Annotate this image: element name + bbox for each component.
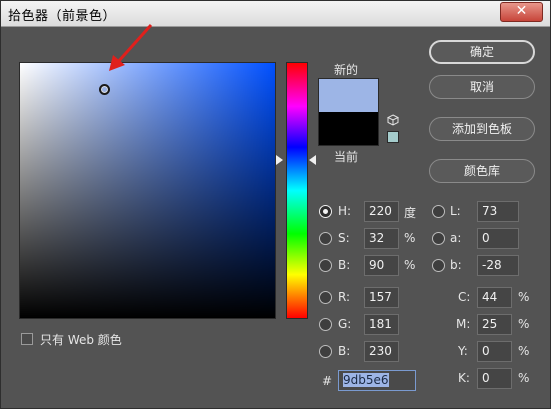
cancel-button[interactable]: 取消 [429,75,535,99]
lab-b-label: b: [450,258,462,272]
lab-b-radio[interactable] [432,259,445,272]
hue-slider-left-handle-icon[interactable] [276,155,283,165]
green-radio[interactable] [319,318,332,331]
brightness-input[interactable]: 90 [364,255,399,276]
magenta-label: M: [456,317,471,331]
web-colors-only-label: 只有 Web 颜色 [40,333,122,347]
saturation-label: S: [338,231,350,245]
magenta-input[interactable]: 25 [477,314,512,335]
yellow-input[interactable]: 0 [477,341,512,362]
magenta-unit: % [518,317,530,331]
black-input[interactable]: 0 [477,368,512,389]
brightness-radio[interactable] [319,259,332,272]
hue-label: H: [338,204,352,218]
lab-a-input[interactable]: 0 [477,228,519,249]
hue-slider[interactable] [286,62,308,319]
blue-input[interactable]: 230 [364,341,399,362]
title-bar[interactable]: 拾色器（前景色） ✕ [1,1,550,27]
lab-a-radio[interactable] [432,232,445,245]
hex-input-value: 9db5e6 [343,373,389,387]
hue-slider-right-handle-icon[interactable] [309,155,316,165]
ok-button[interactable]: 确定 [429,40,535,64]
cyan-unit: % [518,290,530,304]
hue-unit: 度 [404,206,417,220]
close-icon: ✕ [515,3,528,19]
yellow-label: Y: [458,344,468,358]
new-color-swatch [318,78,379,112]
lab-b-input[interactable]: -28 [477,255,519,276]
close-button[interactable]: ✕ [500,2,543,22]
hex-label: # [322,374,333,388]
lab-l-radio[interactable] [432,205,445,218]
lab-l-input[interactable]: 73 [477,201,519,222]
lab-a-label: a: [450,231,462,245]
hex-input[interactable]: 9db5e6 [338,370,416,391]
web-safe-color-swatch[interactable] [387,131,399,143]
brightness-label: B: [338,258,351,272]
blue-radio[interactable] [319,345,332,358]
web-colors-only-checkbox[interactable] [21,333,33,345]
green-input[interactable]: 181 [364,314,399,335]
dialog-body: 新的 当前 确定 取消 添加到色板 颜色库 H: 220 度 S: 32 % B… [3,23,548,406]
cyan-label: C: [458,290,471,304]
red-input[interactable]: 157 [364,287,399,308]
red-label: R: [338,290,351,304]
brightness-unit: % [404,258,416,272]
black-unit: % [518,371,530,385]
blue-label: B: [338,344,351,358]
web-safe-cube-icon[interactable] [387,114,399,126]
color-field[interactable] [19,62,276,319]
annotation-arrow-icon [109,23,153,71]
cyan-input[interactable]: 44 [477,287,512,308]
yellow-unit: % [518,344,530,358]
saturation-input[interactable]: 32 [364,228,399,249]
current-color-swatch[interactable] [318,112,379,146]
color-picker-dialog: 拾色器（前景色） ✕ 新的 当前 确定 取消 添加到色板 颜色库 H: 220 … [0,0,551,409]
green-label: G: [338,317,352,331]
add-to-swatches-button[interactable]: 添加到色板 [429,117,535,141]
color-libraries-button[interactable]: 颜色库 [429,159,535,183]
saturation-radio[interactable] [319,232,332,245]
saturation-unit: % [404,231,416,245]
hue-radio[interactable] [319,205,332,218]
hue-input[interactable]: 220 [364,201,399,222]
red-radio[interactable] [319,291,332,304]
new-color-label: 新的 [334,63,359,77]
color-field-picker[interactable] [99,84,110,95]
current-color-label: 当前 [334,150,359,164]
lab-l-label: L: [450,204,461,218]
black-label: K: [458,371,470,385]
